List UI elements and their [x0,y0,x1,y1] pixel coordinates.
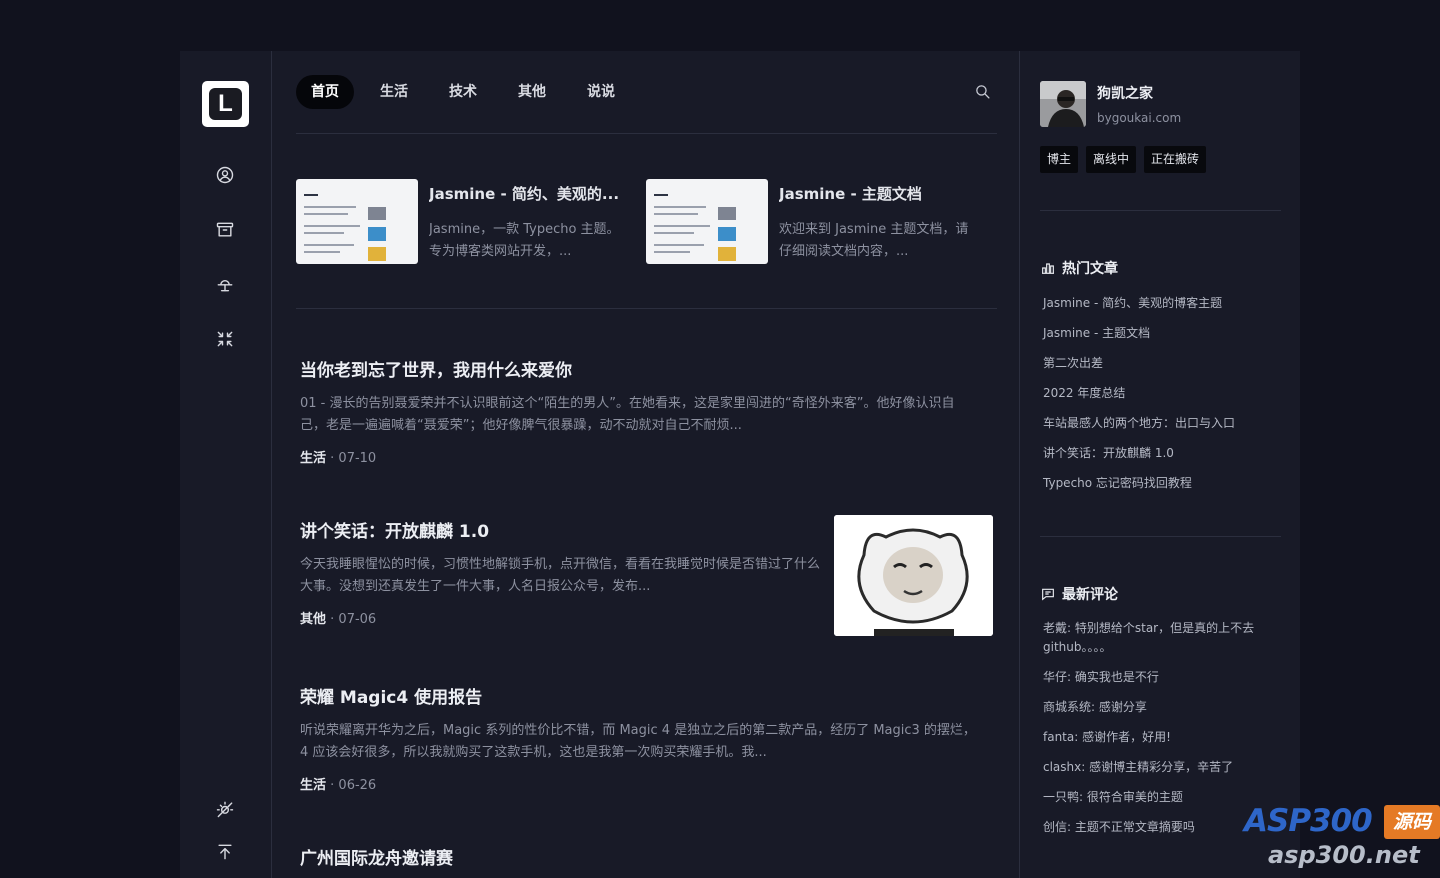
comment-item[interactable]: 商城系统: 感谢分享 [1043,698,1278,717]
app-shell: L 首页 生活 技术 其他 说说 Jasmine - 简约、美观的... Jas… [180,51,1300,878]
post-item[interactable]: 荣耀 Magic4 使用报告 听说荣耀离开华为之后，Magic 系列的性价比不错… [300,683,976,793]
hot-post-link[interactable]: Jasmine - 主题文档 [1043,324,1235,354]
bar-chart-icon [1042,263,1054,274]
hot-post-link[interactable]: 2022 年度总结 [1043,384,1235,414]
logo-letter: L [209,88,242,120]
comment-item[interactable]: 一只鸭: 很符合审美的主题 [1043,788,1278,807]
back-to-top-icon[interactable] [214,841,236,863]
profile-divider [1040,210,1281,211]
site-logo[interactable]: L [202,81,249,127]
post-meta: 其他 · 07-06 [300,608,822,627]
post-category[interactable]: 其他 [300,612,326,627]
post-date: · 07-06 [330,612,377,627]
top-nav: 首页 生活 技术 其他 说说 [296,75,641,109]
nav-tech[interactable]: 技术 [434,75,492,109]
hot-post-link[interactable]: 讲个笑话：开放麒麟 1.0 [1043,444,1235,474]
profile-badges: 博主 离线中 正在搬砖 [1040,146,1214,173]
post-item[interactable]: 讲个笑话：开放麒麟 1.0 今天我睡眼惺忪的时候，习惯性地解锁手机，点开微信，看… [300,517,822,627]
comment-item[interactable]: clashx: 感谢博主精彩分享，辛苦了 [1043,758,1278,777]
avatar-image [1040,81,1086,127]
search-icon[interactable] [974,83,992,101]
nav-divider [296,133,997,134]
comments-title: 最新评论 [1062,587,1118,603]
post-meta: 生活 · 07-10 [300,447,976,466]
post-title: 讲个笑话：开放麒麟 1.0 [300,522,490,542]
featured-title: Jasmine - 主题文档 [779,185,922,203]
nav-home[interactable]: 首页 [296,75,354,109]
comments-heading: 最新评论 [1040,584,1118,604]
featured-thumbnail [646,179,768,264]
comment-item[interactable]: 创信: 主题不正常文章摘要吗 [1043,818,1278,837]
badge-role: 博主 [1040,146,1079,173]
cloud-icon[interactable] [214,273,236,295]
post-excerpt: 今天我睡眼惺忪的时候，习惯性地解锁手机，点开微信，看看在我睡觉时候是否错过了什么… [300,557,821,594]
featured-excerpt: Jasmine，一款 Typecho 主题。专为博客类网站开发，... [429,222,620,259]
watermark-url: asp300.net [1268,841,1420,869]
featured-card[interactable]: Jasmine - 简约、美观的... Jasmine，一款 Typecho 主… [296,179,631,265]
post-date: · 07-10 [330,451,377,466]
meme-face-image [834,515,993,636]
watermark-logo: ASP300 源码 asp300.net [1244,803,1440,873]
main-content: 首页 生活 技术 其他 说说 Jasmine - 简约、美观的... Jasmi… [296,51,997,878]
comment-icon [1042,588,1054,601]
post-meta: 生活 · 06-26 [300,774,976,793]
badge-activity: 正在搬砖 [1144,146,1207,173]
featured-title: Jasmine - 简约、美观的... [429,185,620,203]
comment-item[interactable]: 老戴: 特别想给个star，但是真的上不去github。。。。 [1043,619,1278,657]
hot-post-link[interactable]: Jasmine - 简约、美观的博客主题 [1043,294,1235,324]
hot-divider [1040,536,1281,537]
post-title: 广州国际龙舟邀请赛 [300,849,453,869]
nav-life[interactable]: 生活 [365,75,423,109]
collapse-icon[interactable] [214,328,236,350]
hot-posts-title: 热门文章 [1062,261,1118,277]
watermark-tag: 源码 [1384,805,1440,839]
hot-post-link[interactable]: 第二次出差 [1043,354,1235,384]
featured-divider [296,308,997,309]
profile-name: 狗凯之家 [1097,86,1153,102]
post-excerpt: 01 - 漫长的告别聂爱荣并不认识眼前这个“陌生的男人”。在她看来，这是家里闯进… [300,396,955,433]
comment-item[interactable]: 华仔: 确实我也是不行 [1043,668,1278,687]
comments-list: 老戴: 特别想给个star，但是真的上不去github。。。。 华仔: 确实我也… [1043,619,1278,848]
post-title: 荣耀 Magic4 使用报告 [300,688,483,708]
post-item[interactable]: 广州国际龙舟邀请赛 [300,844,976,869]
nav-other[interactable]: 其他 [503,75,561,109]
user-icon[interactable] [214,164,236,186]
post-date: · 06-26 [330,778,377,793]
comment-item[interactable]: fanta: 感谢作者，好用! [1043,728,1278,747]
avatar[interactable] [1040,81,1086,127]
watermark-brand: ASP300 [1244,803,1373,839]
hot-post-link[interactable]: Typecho 忘记密码找回教程 [1043,474,1235,504]
hot-posts-heading: 热门文章 [1040,258,1118,278]
nav-moments[interactable]: 说说 [572,75,630,109]
post-thumbnail[interactable] [834,515,993,636]
post-category[interactable]: 生活 [300,451,326,466]
badge-status: 离线中 [1086,146,1137,173]
featured-card[interactable]: Jasmine - 主题文档 欢迎来到 Jasmine 主题文档，请仔细阅读文档… [646,179,981,265]
post-category[interactable]: 生活 [300,778,326,793]
profile-site[interactable]: bygoukai.com [1097,111,1181,125]
right-sidebar: 狗凯之家 bygoukai.com 博主 离线中 正在搬砖 热门文章 Jasmi… [1019,51,1300,878]
post-title: 当你老到忘了世界，我用什么来爱你 [300,361,572,381]
hot-post-link[interactable]: 车站最感人的两个地方：出口与入口 [1043,414,1235,444]
left-rail: L [180,51,272,878]
post-item[interactable]: 当你老到忘了世界，我用什么来爱你 01 - 漫长的告别聂爱荣并不认识眼前这个“陌… [300,356,976,466]
featured-thumbnail [296,179,418,264]
archive-icon[interactable] [214,219,236,241]
featured-excerpt: 欢迎来到 Jasmine 主题文档，请仔细阅读文档内容，... [779,222,969,259]
theme-toggle-icon[interactable] [214,798,236,820]
hot-posts-list: Jasmine - 简约、美观的博客主题 Jasmine - 主题文档 第二次出… [1043,294,1235,504]
post-excerpt: 听说荣耀离开华为之后，Magic 系列的性价比不错，而 Magic 4 是独立之… [300,723,976,760]
